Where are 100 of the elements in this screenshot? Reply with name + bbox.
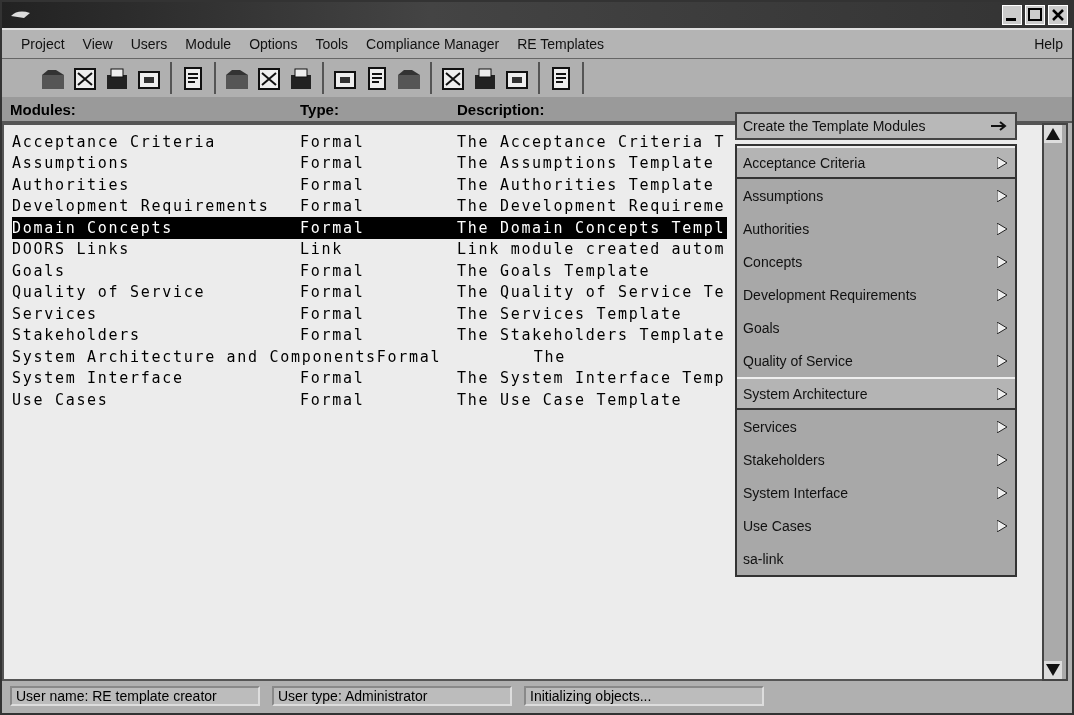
- table-cell: The Assumptions Template: [457, 154, 715, 173]
- table-cell-text: DOORS Links: [12, 240, 132, 259]
- table-row[interactable]: Use Cases Formal The Use Case Template: [12, 389, 685, 411]
- submenu-arrow-icon: [997, 255, 1007, 268]
- table-cell-text: Formal: [300, 175, 366, 194]
- table-cell: The Authorities Template: [457, 175, 715, 194]
- menu-item[interactable]: Options: [240, 34, 307, 54]
- table-row[interactable]: Development Requirements Formal The Development Requireme: [12, 195, 728, 217]
- table-row[interactable]: Quality of Service Formal The Quality of Service Te: [12, 281, 728, 303]
- submenu-arrow-icon: [997, 453, 1007, 466]
- menu-item[interactable]: Goals: [737, 311, 1015, 344]
- table-cell-text: Formal: [300, 390, 366, 409]
- submenu-arrow-icon: [997, 156, 1007, 169]
- table-cell-text: Link: [300, 240, 344, 259]
- column-header: Modules:: [10, 100, 77, 118]
- column-header: Type:: [300, 100, 340, 118]
- table-cell-text: Formal: [300, 326, 366, 345]
- table-cell: The Stakeholders Template: [457, 326, 726, 345]
- submenu-arrow-icon: [997, 222, 1007, 235]
- table-cell: The Goals Template: [457, 261, 651, 280]
- menu-item[interactable]: Development Requirements: [737, 278, 1015, 311]
- table-row[interactable]: DOORS Links Link Link module created autom: [12, 238, 728, 260]
- selected-table-row[interactable]: Domain Concepts Formal The Domain Concepts Templ: [12, 217, 728, 239]
- menu-item[interactable]: Assumptions: [737, 179, 1015, 212]
- submenu-arrow-icon: [997, 354, 1007, 367]
- scroll-up-icon[interactable]: [1044, 125, 1062, 143]
- table-row[interactable]: Authorities Formal The Authorities Template: [12, 174, 717, 196]
- menu-item[interactable]: Compliance Manager: [357, 34, 509, 54]
- table-cell-text: Formal: [300, 369, 366, 388]
- menu-item[interactable]: Stakeholders: [737, 443, 1015, 476]
- menu-item[interactable]: Quality of Service: [737, 344, 1015, 377]
- table-cell: The Quality of Service Te: [457, 283, 726, 302]
- menu-item[interactable]: Tools: [306, 34, 358, 54]
- scroll-down-icon[interactable]: [1044, 661, 1062, 679]
- table-cell: The: [533, 347, 567, 366]
- table-row[interactable]: System Interface Formal The System Interface Temp: [12, 367, 728, 389]
- table-cell: The System Interface Temp: [457, 369, 726, 388]
- submenu-arrow-icon: [997, 321, 1007, 334]
- menu-item[interactable]: Help: [1025, 34, 1072, 54]
- submenu-arrow-icon: [997, 288, 1007, 301]
- table-cell-text: Development Requirements: [12, 197, 271, 216]
- table-row[interactable]: System Architecture and Components Formal The: [12, 346, 569, 368]
- menu-item[interactable]: System Interface: [737, 476, 1015, 509]
- submenu-arrow-icon: [997, 486, 1007, 499]
- table-row[interactable]: Services Formal The Services Template: [12, 303, 685, 325]
- table-cell-text: Formal: [300, 132, 366, 151]
- table-cell: The Use Case Template: [457, 390, 683, 409]
- table-cell: The Acceptance Criteria T: [457, 132, 726, 151]
- menu-item[interactable]: sa-link: [737, 542, 1015, 575]
- table-row[interactable]: Stakeholders Formal The Stakeholders Template: [12, 324, 728, 346]
- status-field: User type: Administrator: [272, 686, 512, 706]
- minimize-icon[interactable]: [1002, 5, 1022, 25]
- table-cell-text: Formal: [376, 347, 443, 366]
- menu-item[interactable]: RE Templates: [508, 34, 614, 54]
- arrow-icon: [991, 121, 1009, 131]
- menu-item[interactable]: System Architecture: [737, 377, 1015, 410]
- table-cell-text: Quality of Service: [12, 283, 207, 302]
- menu-item[interactable]: Users: [121, 34, 177, 54]
- table-cell-text: Formal: [300, 261, 366, 280]
- table-cell-text: Formal: [300, 197, 366, 216]
- status-field: Initializing objects...: [524, 686, 764, 706]
- table-cell-text: Formal: [300, 218, 366, 237]
- table-cell-text: Stakeholders: [12, 326, 142, 345]
- submenu-arrow-icon: [997, 420, 1007, 433]
- menu-item[interactable]: Use Cases: [737, 509, 1015, 542]
- menu-header[interactable]: Create the Template Modules: [735, 112, 1017, 140]
- table-row[interactable]: Acceptance Criteria Formal The Acceptance Criteria T: [12, 131, 728, 153]
- submenu-arrow-icon: [997, 519, 1007, 532]
- table-cell-text: Use Cases: [12, 390, 110, 409]
- submenu-arrow-icon: [997, 387, 1007, 400]
- menu-item[interactable]: Services: [737, 410, 1015, 443]
- table-cell-text: Goals: [12, 261, 67, 280]
- table-cell-text: Authorities: [12, 175, 132, 194]
- table-cell-text: Domain Concepts: [12, 218, 174, 237]
- menu-item[interactable]: Module: [176, 34, 241, 54]
- menu-item[interactable]: Authorities: [737, 212, 1015, 245]
- table-cell: The Services Template: [457, 304, 683, 323]
- menu-header-label: Create the Template Modules: [743, 118, 926, 134]
- submenu-arrow-icon: [997, 189, 1007, 202]
- close-icon[interactable]: [1048, 5, 1068, 25]
- column-header: Description:: [457, 100, 546, 118]
- table-cell: Link module created autom: [457, 240, 726, 259]
- menu-item[interactable]: Acceptance Criteria: [737, 146, 1015, 179]
- menu-item[interactable]: Concepts: [737, 245, 1015, 278]
- table-cell-text: Assumptions: [12, 154, 132, 173]
- table-cell: The Domain Concepts Templ: [457, 218, 726, 237]
- table-cell-text: Formal: [300, 154, 366, 173]
- table-row[interactable]: Goals Formal The Goals Template: [12, 260, 653, 282]
- table-cell-text: System Interface: [12, 369, 185, 388]
- table-cell-text: Formal: [300, 304, 366, 323]
- table-cell-text: Acceptance Criteria: [12, 132, 217, 151]
- table-cell-text: Services: [12, 304, 99, 323]
- scrollbar[interactable]: [1042, 123, 1068, 681]
- menu-item[interactable]: Project: [12, 34, 74, 54]
- maximize-icon[interactable]: [1025, 5, 1045, 25]
- table-row[interactable]: Assumptions Formal The Assumptions Template: [12, 152, 717, 174]
- status-field: User name: RE template creator: [10, 686, 260, 706]
- menu-item[interactable]: View: [73, 34, 122, 54]
- table-cell: The Development Requireme: [457, 197, 726, 216]
- table-cell: System Architecture and Components: [12, 347, 377, 366]
